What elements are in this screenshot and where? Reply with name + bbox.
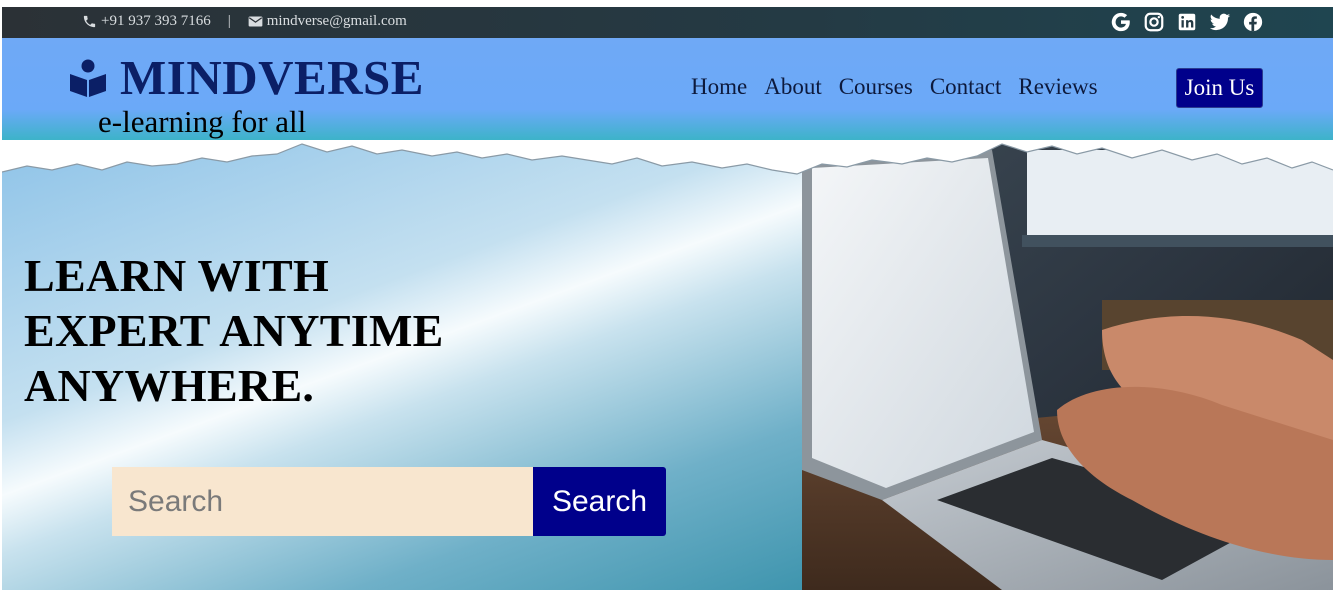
nav-courses[interactable]: Courses [839, 74, 913, 100]
linkedin-icon[interactable] [1176, 11, 1198, 33]
mail-icon [248, 15, 263, 28]
nav-reviews[interactable]: Reviews [1018, 74, 1097, 100]
nav-contact[interactable]: Contact [930, 74, 1002, 100]
reader-book-icon[interactable] [68, 58, 108, 98]
search-input[interactable] [112, 467, 533, 536]
top-contact-bar: +91 937 393 7166 | mindverse@gmail.com [2, 7, 1333, 38]
social-links [1110, 11, 1264, 33]
main-nav: Home About Courses Contact Reviews [691, 74, 1098, 100]
brand-tagline: e-learning for all [98, 104, 307, 139]
phone-icon [82, 14, 97, 29]
headline-line-2: EXPERT ANYTIME [24, 305, 444, 356]
laptop-typing-photo [802, 140, 1333, 590]
email-address[interactable]: mindverse@gmail.com [267, 13, 407, 30]
nav-about[interactable]: About [764, 74, 822, 100]
contact-separator: | [227, 13, 231, 29]
contact-info: +91 937 393 7166 | mindverse@gmail.com [82, 13, 407, 30]
headline-line-1: LEARN WITH [24, 250, 330, 301]
facebook-icon[interactable] [1242, 11, 1264, 33]
phone-number[interactable]: +91 937 393 7166 [101, 13, 211, 30]
twitter-icon[interactable] [1209, 11, 1231, 33]
hero-search: Search [112, 467, 666, 536]
google-icon[interactable] [1110, 11, 1132, 33]
hero-headline: LEARN WITH EXPERT ANYTIME ANYWHERE. [24, 248, 504, 413]
brand-name[interactable]: MINDVERSE [120, 49, 424, 106]
search-button[interactable]: Search [533, 467, 666, 536]
headline-line-3: ANYWHERE. [24, 360, 315, 411]
site-header: MINDVERSE e-learning for all Home About … [2, 38, 1333, 140]
torn-paper-edge [2, 140, 1333, 175]
join-us-button[interactable]: Join Us [1176, 68, 1263, 108]
nav-home[interactable]: Home [691, 74, 747, 100]
instagram-icon[interactable] [1143, 11, 1165, 33]
hero-section: LEARN WITH EXPERT ANYTIME ANYWHERE. Sear… [2, 140, 1333, 590]
